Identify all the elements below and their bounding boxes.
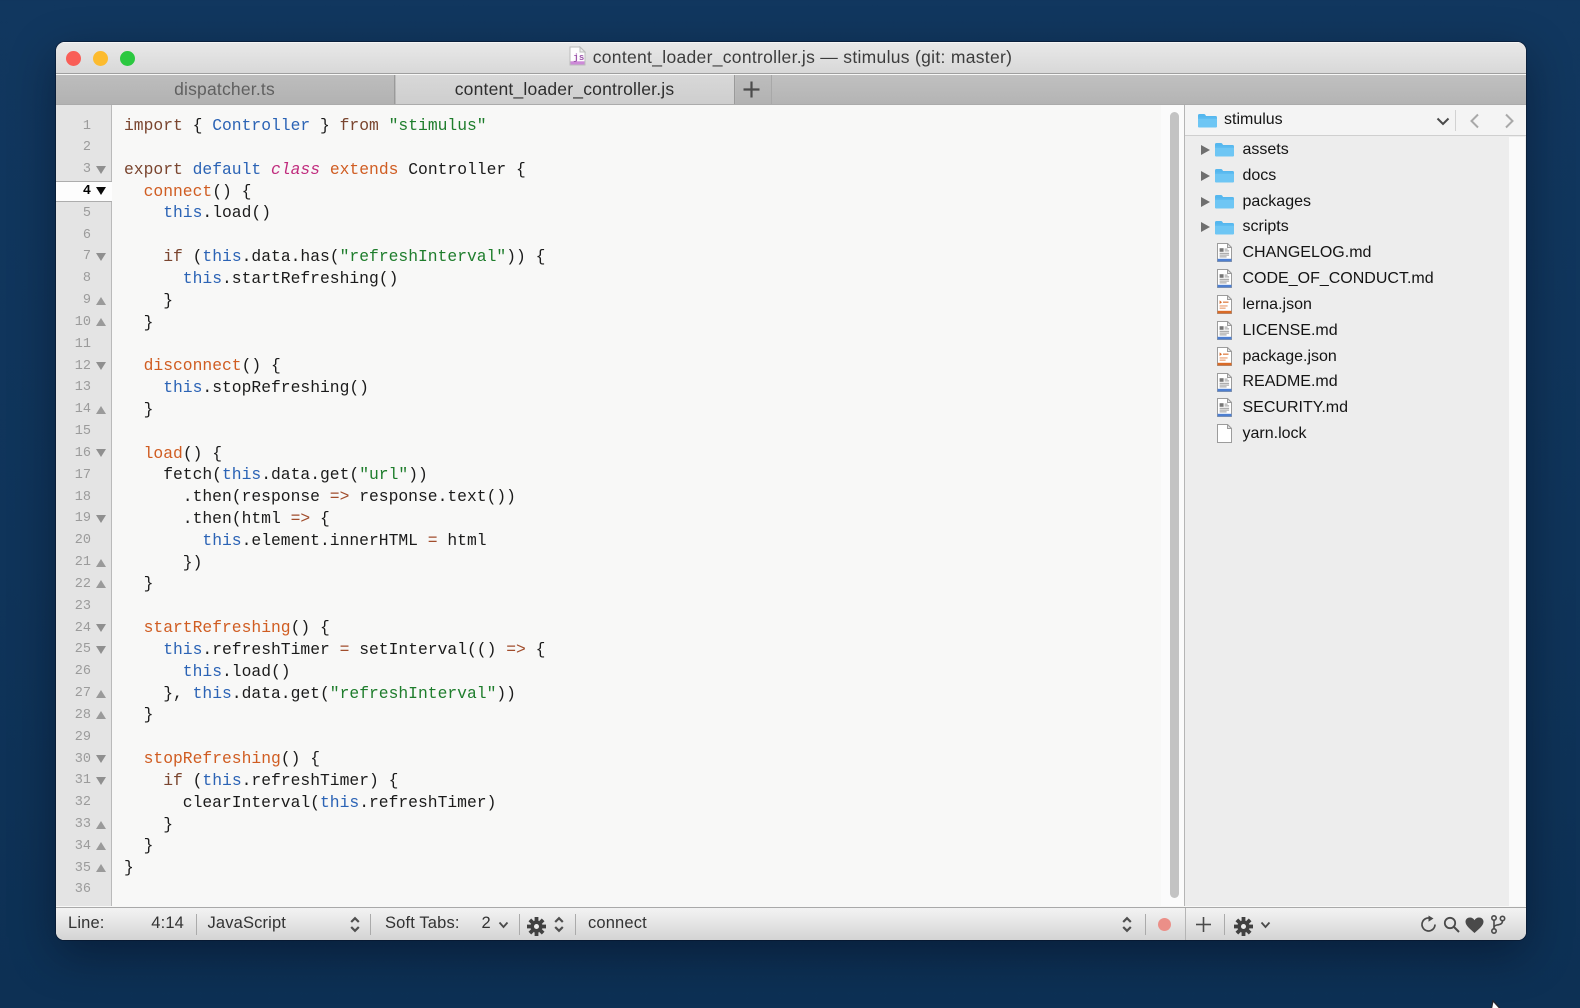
svg-text:js: js [573, 53, 584, 63]
